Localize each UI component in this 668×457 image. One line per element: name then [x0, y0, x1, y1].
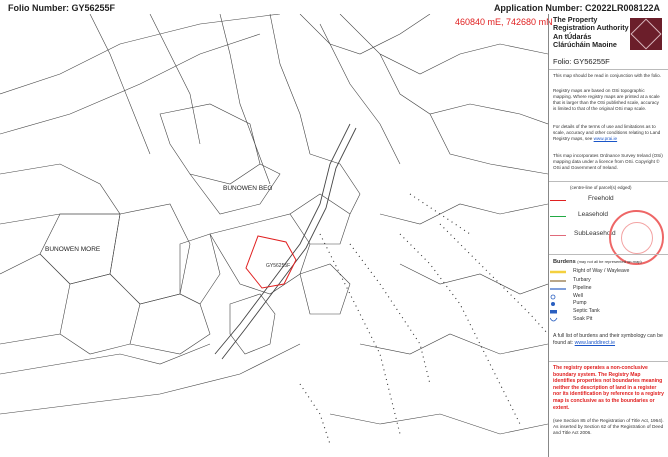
- burden-label: Soak Pit: [573, 316, 593, 322]
- field-boundaries: [0, 14, 548, 435]
- burden-label: Pipeline: [573, 285, 592, 291]
- legend-freehold: Freehold: [550, 195, 665, 205]
- brown-line-icon: [550, 280, 566, 282]
- burden-label: Pump: [573, 300, 587, 306]
- boundary-disclaimer: The registry operates a non-conclusive b…: [553, 365, 664, 411]
- legend-note: (centre-line of parcel(s) edged): [570, 185, 632, 190]
- freehold-swatch: [550, 200, 566, 201]
- divider: [549, 361, 668, 362]
- note-read-with: This map should be read in conjunction w…: [553, 73, 662, 78]
- burden-right-of-way: Right of Way / Wayleave: [550, 268, 665, 276]
- note-copyright: This map incorporates Ordnance Survey Ir…: [553, 153, 663, 170]
- subleasehold-swatch: [550, 235, 566, 236]
- burden-pump: Pump: [550, 300, 665, 308]
- application-number: Application Number: C2022LR008122A: [493, 3, 660, 13]
- divider: [549, 69, 668, 70]
- leasehold-swatch: [550, 216, 566, 217]
- dot-icon: [551, 302, 555, 306]
- legend-label: Leasehold: [578, 211, 608, 218]
- place-bunowen-beg: BUNOWEN BEG: [223, 185, 272, 192]
- burden-label: Turbary: [573, 277, 591, 283]
- burden-label: Right of Way / Wayleave: [573, 268, 630, 274]
- coordinate-readout: 460840 mE, 742680 mN: [455, 17, 553, 27]
- burden-septic-tank: Septic Tank: [550, 308, 665, 316]
- legend-label: Freehold: [588, 195, 614, 202]
- plot-label: GY56255F: [266, 263, 290, 269]
- authority-logo: [630, 18, 662, 50]
- landdirect-link[interactable]: www.landdirect.ie: [575, 340, 615, 346]
- tank-icon: [550, 310, 557, 314]
- burdens-full-list: A full list of burdens and their symbolo…: [553, 333, 663, 347]
- authority-title: The Property Registration Authority An t…: [553, 15, 633, 50]
- divider: [549, 181, 668, 182]
- disclaimer-citation: (see Section 85 of the Registration of T…: [553, 418, 664, 436]
- coastline: [299, 193, 548, 445]
- panel-folio: Folio: GY56255F: [553, 57, 610, 66]
- authority-seal: [609, 210, 664, 265]
- prai-link[interactable]: www.prai.ie: [594, 136, 618, 141]
- divider: [549, 254, 668, 255]
- registry-map[interactable]: GY56255F BUNOWEN BEG BUNOWEN MORE: [0, 14, 548, 457]
- burden-pipeline: Pipeline: [550, 285, 665, 293]
- authority-title-ga-2: Clárúcháin Maoine: [553, 40, 617, 50]
- note-details: For details of the terms of use and limi…: [553, 124, 663, 142]
- yellow-line-icon: [550, 270, 566, 274]
- soakpit-icon: [550, 317, 558, 322]
- place-bunowen-more: BUNOWEN MORE: [45, 246, 101, 253]
- folio-number: Folio Number: GY56255F: [8, 3, 116, 13]
- burdens-header: Burdens (may not all be represented on m…: [553, 259, 642, 265]
- burden-label: Septic Tank: [573, 308, 600, 314]
- blue-line-icon: [550, 288, 566, 290]
- freehold-plot: [245, 235, 297, 289]
- burden-label: Well: [573, 293, 583, 299]
- burden-soak-pit: Soak Pit: [550, 316, 665, 324]
- burdens-note: (may not all be represented on map): [577, 259, 642, 264]
- burden-turbary: Turbary: [550, 277, 665, 285]
- burdens-title: Burdens: [553, 259, 576, 265]
- note-osi: Registry maps are based on OSi topograph…: [553, 88, 660, 111]
